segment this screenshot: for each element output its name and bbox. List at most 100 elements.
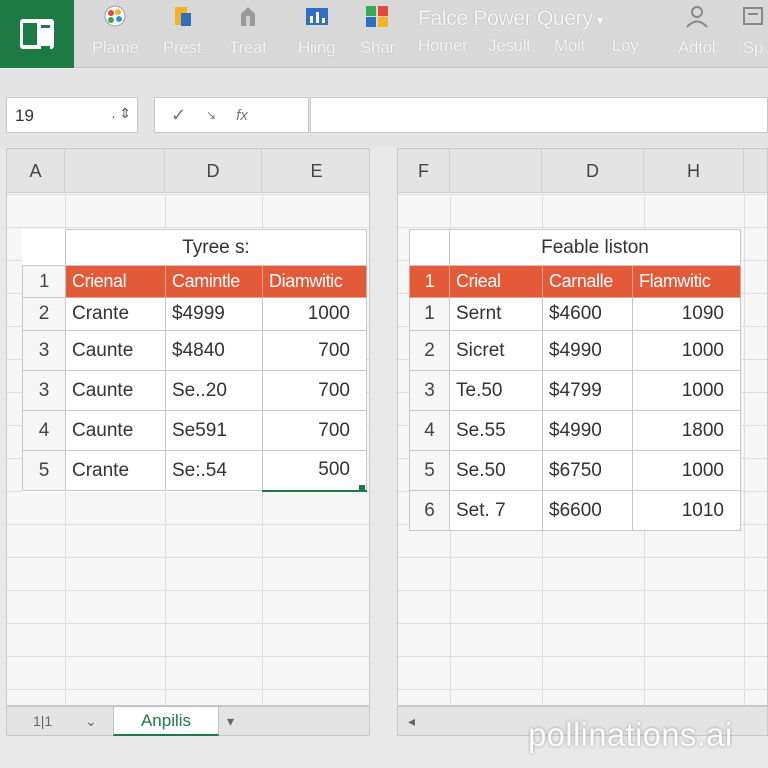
row-number[interactable]: 1 (22, 265, 66, 298)
cell-amount[interactable]: $4999 (165, 297, 263, 331)
cell-name[interactable]: Te.50 (449, 370, 543, 411)
cell-value[interactable]: 1000 (632, 330, 741, 371)
cell-amount[interactable]: Se..20 (165, 370, 263, 411)
table-row[interactable]: 5 Crante Se:.54 500 (22, 450, 367, 492)
cell-amount[interactable]: $6750 (542, 450, 633, 491)
cell-name[interactable]: Sernt (449, 297, 543, 331)
row-number[interactable]: 2 (22, 297, 66, 331)
cell-amount[interactable]: $4840 (165, 330, 263, 371)
row-number[interactable]: 3 (409, 370, 450, 411)
chevron-down-icon[interactable]: ⌄ (85, 713, 97, 730)
column-header-blank[interactable] (450, 149, 542, 193)
cell-value[interactable]: 1000 (632, 370, 741, 411)
window-title[interactable]: Falce Power Query ▾ (418, 7, 604, 31)
row-number[interactable]: 6 (409, 490, 450, 531)
cell-amount[interactable]: Se591 (165, 410, 263, 451)
table-row[interactable]: 2 Crante $4999 1000 (22, 297, 367, 331)
fx-icon[interactable]: fx (236, 107, 248, 124)
ribbon-label: Hiing (298, 38, 336, 57)
ribbon-label: Adtol (678, 38, 716, 57)
table-row[interactable]: 6 Set. 7 $6600 1010 (409, 490, 741, 531)
cell-amount[interactable]: $4600 (542, 297, 633, 331)
table-row[interactable]: 3 Caunte $4840 700 (22, 330, 367, 371)
row-number[interactable]: 1 (409, 297, 450, 331)
column-header[interactable]: Flamwitic (632, 265, 741, 298)
name-box-dropdown-icon[interactable]: . ⇕ (111, 105, 131, 122)
table-row[interactable]: 1 Sernt $4600 1090 (409, 297, 741, 331)
cell-value[interactable]: 700 (262, 330, 367, 371)
cell-name[interactable]: Set. 7 (449, 490, 543, 531)
cell-name[interactable]: Se.50 (449, 450, 543, 491)
column-header[interactable]: Crienal (65, 265, 166, 298)
check-icon[interactable]: ✓ (171, 105, 186, 126)
sheet-tab-active[interactable]: Anpilis (113, 706, 219, 736)
column-header-blank[interactable] (65, 149, 165, 193)
row-number[interactable]: 1 (409, 265, 450, 298)
column-header-e[interactable]: E (262, 149, 369, 193)
dropdown-arrow-icon[interactable]: ▾ (227, 713, 234, 730)
cell-name[interactable]: Caunte (65, 410, 166, 451)
table-row[interactable]: 3 Caunte Se..20 700 (22, 370, 367, 411)
cell-value-selected[interactable]: 500 (262, 450, 367, 492)
ribbon-item-plame[interactable]: Plame (92, 4, 139, 64)
cell-name[interactable]: Sicret (449, 330, 543, 371)
column-header[interactable]: Crieal (449, 265, 543, 298)
name-box-extra: . (111, 105, 116, 121)
table-title: Feable liston (449, 229, 741, 266)
left-sheet-pane: A D E Tyree s: 1 Crienal Camintle Diamwi… (6, 148, 370, 706)
ribbon-item-sp[interactable]: Sp (740, 4, 766, 64)
cell-value[interactable]: 700 (262, 370, 367, 411)
row-number[interactable]: 3 (22, 330, 66, 371)
row-number[interactable]: 5 (409, 450, 450, 491)
sheet-nav-button[interactable]: 1|1 (33, 713, 52, 729)
column-header[interactable]: Carnalle (542, 265, 633, 298)
cell-amount[interactable]: $4799 (542, 370, 633, 411)
column-header[interactable]: Diamwitic (262, 265, 367, 298)
cell-amount[interactable]: Se:.54 (165, 450, 263, 491)
cell-amount[interactable]: $4990 (542, 410, 633, 451)
formula-input[interactable] (310, 97, 768, 133)
cell-value[interactable]: 1010 (632, 490, 741, 531)
cancel-icon[interactable]: ↘ (206, 108, 216, 122)
column-header-h[interactable]: H (644, 149, 744, 193)
formula-bar: 19 . ⇕ ✓ ↘ fx (0, 69, 768, 147)
scroll-left-icon[interactable]: ◂ (408, 713, 415, 730)
cell-value[interactable]: 1800 (632, 410, 741, 451)
cell-name[interactable]: Crante (65, 297, 166, 331)
table-row[interactable]: 5 Se.50 $6750 1000 (409, 450, 741, 491)
column-header-d[interactable]: D (165, 149, 262, 193)
cell-value[interactable]: 1000 (632, 450, 741, 491)
fill-handle[interactable] (359, 485, 365, 491)
table-row[interactable]: 2 Sicret $4990 1000 (409, 330, 741, 371)
right-sheet-pane: F D H Feable liston 1 Crieal Carnalle Fl… (397, 148, 768, 706)
ribbon-item-treat[interactable]: Treat (229, 4, 267, 64)
cell-amount[interactable]: $4990 (542, 330, 633, 371)
cell-amount[interactable]: $6600 (542, 490, 633, 531)
cell-name[interactable]: Se.55 (449, 410, 543, 451)
excel-logo-icon[interactable] (0, 0, 74, 68)
name-box[interactable]: 19 . ⇕ (6, 97, 138, 133)
ribbon-item-shar[interactable]: Shar (360, 4, 395, 64)
ribbon-item-hiing[interactable]: Hiing (298, 4, 336, 64)
cell-value[interactable]: 700 (262, 410, 367, 451)
column-header-d[interactable]: D (542, 149, 644, 193)
row-number[interactable]: 4 (409, 410, 450, 451)
column-header-a[interactable]: A (7, 149, 65, 193)
cell-name[interactable]: Crante (65, 450, 166, 491)
column-header[interactable]: Camintle (165, 265, 263, 298)
cell-name[interactable]: Caunte (65, 330, 166, 371)
table-row[interactable]: 3 Te.50 $4799 1000 (409, 370, 741, 411)
cell-name[interactable]: Caunte (65, 370, 166, 411)
ribbon-item-adtol[interactable]: Adtol (678, 4, 716, 64)
row-number[interactable]: 4 (22, 410, 66, 451)
share-icon (364, 4, 390, 28)
cell-value[interactable]: 1000 (262, 297, 367, 331)
ribbon-item-prest[interactable]: Prest (163, 4, 201, 64)
table-row[interactable]: 4 Caunte Se591 700 (22, 410, 367, 451)
row-number[interactable]: 2 (409, 330, 450, 371)
row-number[interactable]: 3 (22, 370, 66, 411)
column-header-f[interactable]: F (398, 149, 450, 193)
row-number[interactable]: 5 (22, 450, 66, 491)
cell-value[interactable]: 1090 (632, 297, 741, 331)
table-row[interactable]: 4 Se.55 $4990 1800 (409, 410, 741, 451)
